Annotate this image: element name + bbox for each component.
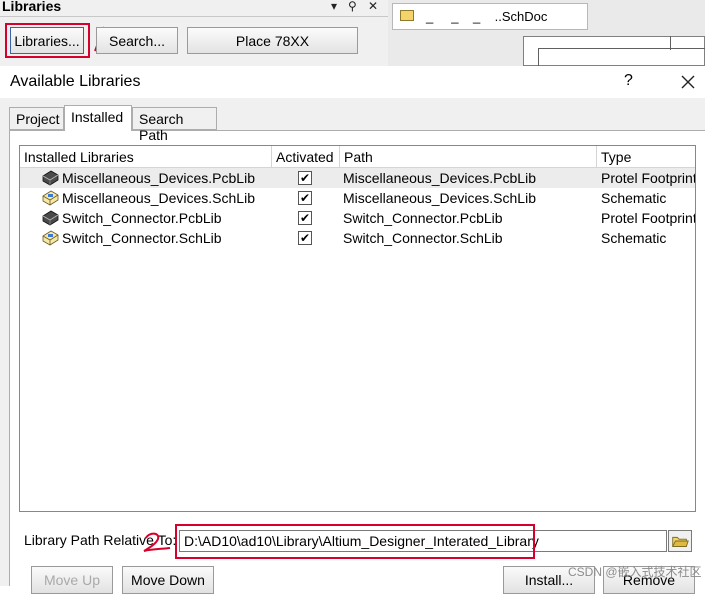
library-name: Switch_Connector.PcbLib bbox=[62, 210, 222, 226]
library-path: Switch_Connector.PcbLib bbox=[343, 210, 503, 226]
column-header-activated[interactable]: Activated bbox=[272, 146, 340, 168]
help-button[interactable]: ? bbox=[624, 72, 633, 90]
library-type: Schematic bbox=[601, 190, 667, 206]
table-row[interactable]: Miscellaneous_Devices.PcbLib ✔ Miscellan… bbox=[20, 168, 695, 188]
place-button[interactable]: Place 78XX bbox=[187, 27, 358, 54]
library-path: Switch_Connector.SchLib bbox=[343, 230, 503, 246]
table-row[interactable]: Switch_Connector.SchLib ✔ Switch_Connect… bbox=[20, 228, 695, 248]
document-tab-label: _ _ _ ..SchDoc bbox=[426, 9, 548, 24]
close-icon[interactable] bbox=[676, 70, 700, 94]
schematic-grid-line bbox=[670, 36, 671, 50]
schematic-border bbox=[538, 48, 705, 66]
column-header-path[interactable]: Path bbox=[340, 146, 597, 168]
column-header-installed-libraries[interactable]: Installed Libraries bbox=[20, 146, 272, 168]
pcb-library-icon bbox=[42, 170, 59, 186]
annotation-highlight-path bbox=[175, 524, 535, 559]
activated-checkbox[interactable]: ✔ bbox=[298, 191, 312, 205]
move-down-button[interactable]: Move Down bbox=[122, 566, 214, 594]
pin-icon[interactable]: ⚲ bbox=[348, 0, 357, 13]
panel-title: Libraries bbox=[2, 0, 62, 14]
activated-checkbox[interactable]: ✔ bbox=[298, 171, 312, 185]
annotation-highlight-libraries bbox=[5, 23, 90, 58]
tab-search-path[interactable]: Search Path bbox=[132, 107, 217, 143]
search-button[interactable]: Search... bbox=[96, 27, 178, 54]
move-up-button[interactable]: Move Up bbox=[31, 566, 113, 594]
library-name: Miscellaneous_Devices.PcbLib bbox=[62, 170, 255, 186]
pcb-library-icon bbox=[42, 210, 59, 226]
dialog-title: Available Libraries bbox=[10, 73, 141, 90]
panel-menu-icon[interactable]: ▾ bbox=[331, 0, 337, 13]
library-path: Miscellaneous_Devices.PcbLib bbox=[343, 170, 536, 186]
column-header-type[interactable]: Type bbox=[597, 146, 695, 168]
activated-checkbox[interactable]: ✔ bbox=[298, 231, 312, 245]
activated-checkbox[interactable]: ✔ bbox=[298, 211, 312, 225]
annotation-number-two bbox=[143, 532, 171, 552]
library-type: Schematic bbox=[601, 230, 667, 246]
schdoc-icon bbox=[400, 10, 414, 21]
sch-library-icon bbox=[42, 190, 59, 206]
library-name: Switch_Connector.SchLib bbox=[62, 230, 222, 246]
sch-library-icon bbox=[42, 230, 59, 246]
tab-project[interactable]: Project bbox=[9, 107, 64, 130]
library-type: Protel Footprint bbox=[601, 210, 695, 226]
watermark: CSDN @嵌入式技术社区 bbox=[568, 565, 702, 579]
folder-icon[interactable] bbox=[668, 530, 692, 552]
panel-divider bbox=[0, 16, 388, 17]
tab-installed[interactable]: Installed bbox=[64, 105, 132, 131]
table-row[interactable]: Miscellaneous_Devices.SchLib ✔ Miscellan… bbox=[20, 188, 695, 208]
panel-close-icon[interactable]: ✕ bbox=[368, 0, 378, 13]
library-name: Miscellaneous_Devices.SchLib bbox=[62, 190, 255, 206]
library-type: Protel Footprint bbox=[601, 170, 695, 186]
library-path: Miscellaneous_Devices.SchLib bbox=[343, 190, 536, 206]
table-row[interactable]: Switch_Connector.PcbLib ✔ Switch_Connect… bbox=[20, 208, 695, 228]
